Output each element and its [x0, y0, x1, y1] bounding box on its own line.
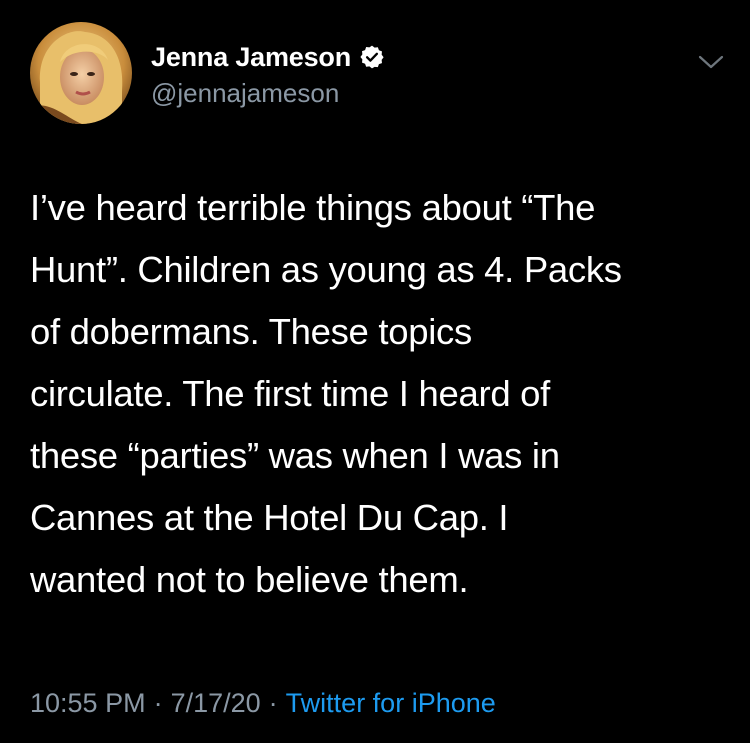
more-options-button[interactable] [694, 48, 728, 76]
tweet-text-line: Cannes at the Hotel Du Cap. I [30, 497, 509, 538]
tweet-text-line: Hunt”. Children as young as 4. Packs [30, 249, 622, 290]
tweet-text: I’ve heard terrible things about “The Hu… [30, 177, 730, 611]
author-name-row[interactable]: Jenna Jameson [151, 40, 385, 74]
tweet-time[interactable]: 10:55 PM [30, 688, 146, 719]
tweet-date[interactable]: 7/17/20 [171, 688, 261, 719]
display-name[interactable]: Jenna Jameson [151, 42, 351, 73]
meta-separator: · [153, 688, 163, 718]
author-handle[interactable]: @jennajameson [151, 78, 339, 109]
tweet-card: Jenna Jameson @jennajameson I’ve heard t… [0, 0, 750, 743]
tweet-text-line: of dobermans. These topics [30, 311, 472, 352]
tweet-text-line: these “parties” was when I was in [30, 435, 560, 476]
profile-photo-icon [30, 22, 132, 124]
meta-separator: · [268, 688, 278, 718]
chevron-down-icon [698, 55, 724, 69]
tweet-source-link[interactable]: Twitter for iPhone [286, 688, 496, 719]
tweet-text-line: I’ve heard terrible things about “The [30, 187, 596, 228]
tweet-text-line: circulate. The first time I heard of [30, 373, 551, 414]
tweet-text-line: wanted not to believe them. [30, 559, 469, 600]
verified-badge-icon [359, 44, 385, 70]
avatar[interactable] [30, 22, 132, 124]
tweet-meta: 10:55 PM · 7/17/20 · Twitter for iPhone [30, 688, 496, 719]
